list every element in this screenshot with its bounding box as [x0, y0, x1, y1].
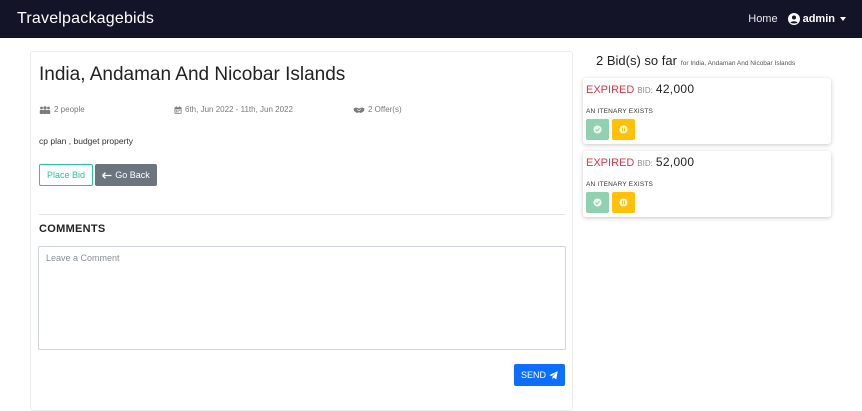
pending-bid-button[interactable]: [612, 192, 635, 213]
send-label: SEND: [520, 370, 546, 380]
user-name: admin: [802, 13, 835, 25]
calendar-icon: [174, 105, 182, 114]
handshake-icon: [353, 107, 365, 113]
itinerary-note: AN ITENARY EXISTS: [586, 181, 654, 188]
pause-circle-icon: [619, 125, 628, 134]
chevron-down-icon: [840, 17, 846, 21]
check-circle-icon: [593, 198, 602, 207]
user-menu[interactable]: admin: [787, 13, 846, 25]
dates-meta: 6th, Jun 2022 - 11th, Jun 2022: [174, 105, 293, 114]
comments-heading: COMMENTS: [39, 223, 106, 235]
bid-amount: 52,000: [655, 155, 695, 169]
bid-status: EXPIRED: [586, 84, 635, 96]
arrow-left-icon: [102, 171, 112, 179]
package-card: India, Andaman And Nicobar Islands 2 peo…: [30, 51, 573, 411]
check-circle-icon: [593, 125, 602, 134]
offers-meta: 2 Offer(s): [353, 105, 402, 114]
package-description: cp plan , budget property: [39, 136, 134, 146]
go-back-label: Go Back: [115, 170, 150, 180]
brand-logo[interactable]: Travelpackagebids: [17, 10, 154, 28]
paper-plane-icon: [549, 370, 558, 380]
offer-count: 2 Offer(s): [368, 105, 402, 114]
people-count: 2 people: [54, 105, 85, 114]
bids-header: 2 Bid(s) so far for India, Andaman And N…: [596, 53, 795, 68]
pause-circle-icon: [619, 198, 628, 207]
bid-line: EXPIRED BID: 52,000: [586, 155, 694, 169]
comment-input[interactable]: [38, 246, 566, 350]
bid-card: EXPIRED BID: 52,000 AN ITENARY EXISTS: [583, 151, 831, 217]
nav-home-link[interactable]: Home: [748, 13, 777, 25]
top-navbar: Travelpackagebids Home admin: [0, 0, 862, 38]
bids-count: 2 Bid(s) so far: [596, 53, 677, 68]
user-circle-icon: [787, 13, 800, 25]
users-icon: [39, 105, 51, 114]
nav-links: Home admin: [748, 13, 846, 25]
page-title: India, Andaman And Nicobar Islands: [39, 64, 346, 85]
people-meta: 2 people: [39, 105, 85, 114]
bid-label: BID:: [637, 86, 653, 95]
date-range: 6th, Jun 2022 - 11th, Jun 2022: [185, 105, 293, 114]
send-button[interactable]: SEND: [514, 364, 565, 386]
itinerary-note: AN ITENARY EXISTS: [586, 108, 654, 115]
bids-destination: for India, Andaman And Nicobar Islands: [680, 60, 796, 67]
accept-bid-button[interactable]: [586, 192, 609, 213]
bid-amount: 42,000: [655, 82, 695, 96]
accept-bid-button[interactable]: [586, 119, 609, 140]
pending-bid-button[interactable]: [612, 119, 635, 140]
go-back-button[interactable]: Go Back: [95, 164, 157, 186]
place-bid-button[interactable]: Place Bid: [39, 164, 93, 186]
section-divider: [39, 214, 565, 215]
bid-status: EXPIRED: [586, 157, 635, 169]
bid-line: EXPIRED BID: 42,000: [586, 82, 694, 96]
bid-label: BID:: [637, 159, 653, 168]
bid-card: EXPIRED BID: 42,000 AN ITENARY EXISTS: [583, 78, 831, 144]
